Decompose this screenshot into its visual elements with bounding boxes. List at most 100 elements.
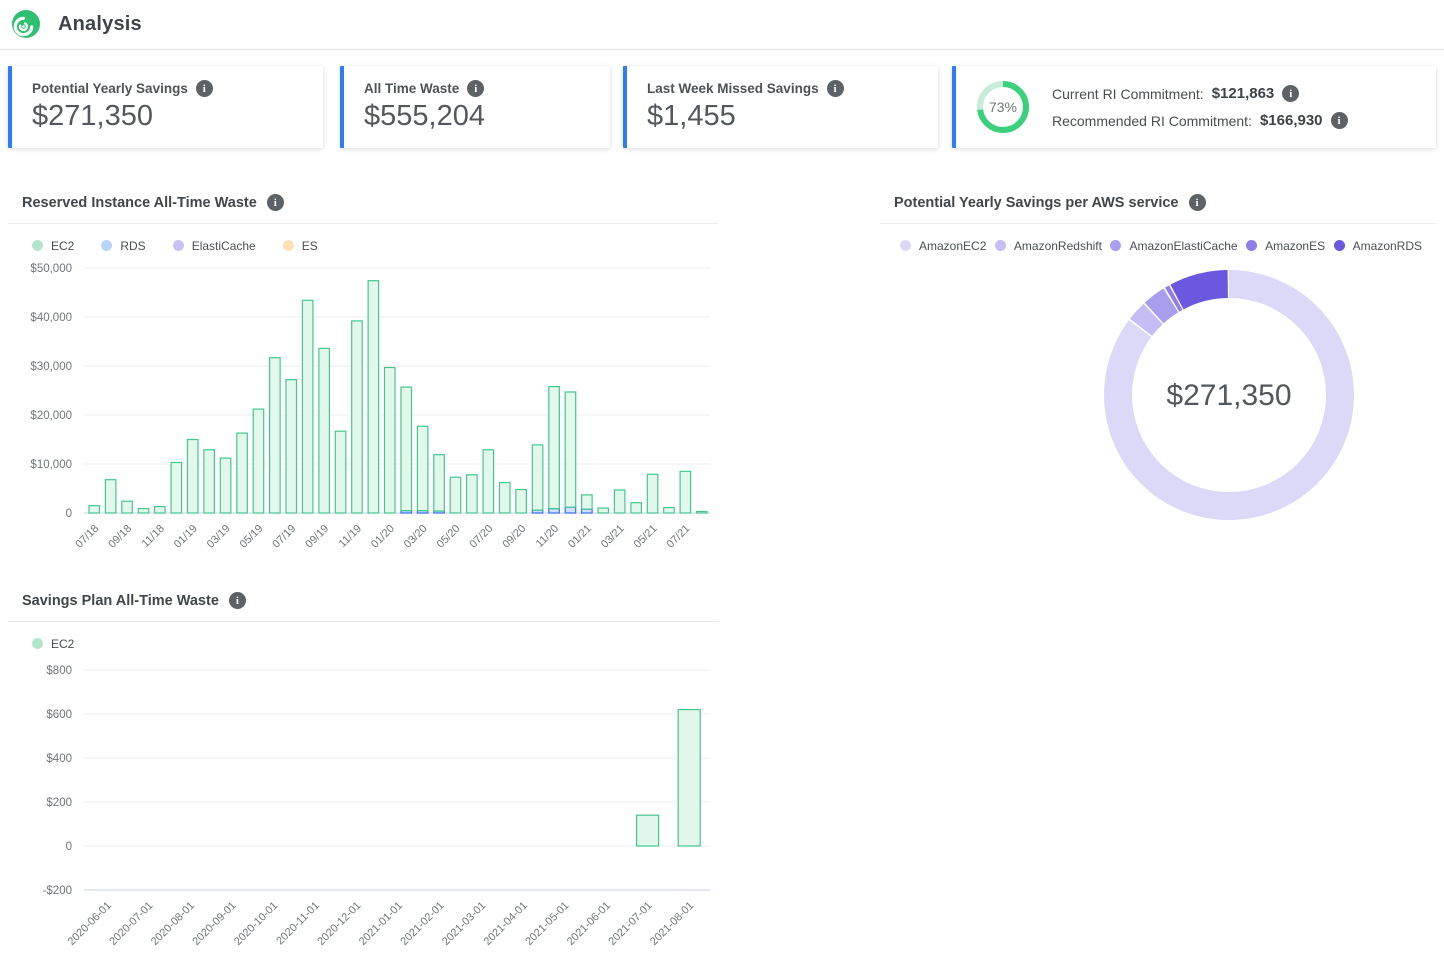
legend-dot xyxy=(101,240,112,251)
bar-ec2-03/21[interactable] xyxy=(614,490,625,513)
legend-label: ES xyxy=(302,239,318,253)
x-axis-tick-label: 05/21 xyxy=(632,523,660,551)
bar-ec2-04/20[interactable] xyxy=(434,455,445,511)
bar-ec2-12/20[interactable] xyxy=(565,392,576,507)
spot-logo-icon[interactable] xyxy=(10,9,42,41)
legend-item-amazonec2[interactable]: AmazonEC2 xyxy=(900,239,986,253)
bar-ec2-04/21[interactable] xyxy=(631,503,642,513)
x-axis-tick-label: 03/20 xyxy=(402,523,430,551)
bar-ec2-08/18[interactable] xyxy=(105,480,116,513)
row-label: Recommended RI Commitment: xyxy=(1052,113,1252,129)
bar-ec2-2021-08-01[interactable] xyxy=(678,710,700,846)
bar-ec2-02/21[interactable] xyxy=(598,508,609,513)
bar-rds-12/20[interactable] xyxy=(565,507,576,513)
x-axis-tick-label: 2020-09-01 xyxy=(190,900,238,948)
bar-ec2-01/21[interactable] xyxy=(582,495,593,509)
bar-rds-11/20[interactable] xyxy=(549,509,560,513)
x-axis-tick-label: 2020-08-01 xyxy=(149,900,197,948)
x-axis-tick-label: 01/20 xyxy=(369,523,397,551)
bar-ec2-05/21[interactable] xyxy=(647,474,658,513)
info-icon[interactable]: i xyxy=(1282,85,1299,102)
bar-ec2-08/19[interactable] xyxy=(302,300,313,513)
x-axis-tick-label: 11/18 xyxy=(140,523,167,550)
legend-item-amazonredshift[interactable]: AmazonRedshift xyxy=(995,239,1102,253)
bar-ec2-07/20[interactable] xyxy=(483,450,494,513)
y-axis-tick-label: $10,000 xyxy=(30,459,72,471)
info-icon[interactable]: i xyxy=(267,194,284,211)
bar-ec2-10/20[interactable] xyxy=(532,445,543,510)
bar-ec2-05/20[interactable] xyxy=(450,477,461,513)
bar-ec2-12/19[interactable] xyxy=(368,281,379,513)
legend-dot xyxy=(173,240,184,251)
x-axis-tick-label: 2021-02-01 xyxy=(398,900,446,948)
legend-dot xyxy=(283,240,294,251)
card-label: Last Week Missed Savings xyxy=(647,81,819,96)
bar-ec2-11/20[interactable] xyxy=(549,387,560,509)
y-axis-tick-label: $800 xyxy=(46,665,72,677)
y-axis-tick-label: $20,000 xyxy=(30,410,72,422)
x-axis-tick-label: 01/19 xyxy=(172,523,200,551)
bar-ec2-03/19[interactable] xyxy=(220,458,231,513)
x-axis-tick-label: 2021-06-01 xyxy=(565,900,613,948)
legend-item-es[interactable]: ES xyxy=(283,239,318,253)
bar-ec2-02/19[interactable] xyxy=(204,450,215,513)
bar-ec2-01/19[interactable] xyxy=(188,440,199,514)
y-axis-tick-label: 0 xyxy=(66,508,72,520)
bar-ec2-11/19[interactable] xyxy=(352,321,363,513)
bar-ec2-10/18[interactable] xyxy=(138,509,149,513)
recommended-ri-commitment-row: Recommended RI Commitment: $166,930 i xyxy=(1052,112,1348,129)
bar-ec2-11/18[interactable] xyxy=(155,507,166,513)
legend-item-ec2[interactable]: EC2 xyxy=(32,637,74,651)
bar-ec2-05/19[interactable] xyxy=(253,409,264,513)
bar-ec2-09/19[interactable] xyxy=(319,348,330,513)
bar-ec2-12/18[interactable] xyxy=(171,463,182,514)
row-label: Current RI Commitment: xyxy=(1052,86,1204,102)
legend-item-elasticache[interactable]: ElastiCache xyxy=(173,239,256,253)
bar-ec2-06/20[interactable] xyxy=(467,475,478,513)
info-icon[interactable]: i xyxy=(827,80,844,97)
bar-ec2-06/21[interactable] xyxy=(664,508,675,513)
x-axis-tick-label: 2020-10-01 xyxy=(232,900,280,948)
bar-ec2-03/20[interactable] xyxy=(417,426,428,510)
legend-item-amazonelasticache[interactable]: AmazonElastiCache xyxy=(1110,239,1237,253)
x-axis-tick-label: 2021-05-01 xyxy=(523,900,571,948)
bar-ec2-2021-07-01[interactable] xyxy=(637,815,659,846)
bar-ec2-10/19[interactable] xyxy=(335,431,346,513)
bar-ec2-09/18[interactable] xyxy=(122,501,133,513)
info-icon[interactable]: i xyxy=(1331,112,1348,129)
gauge-percent-label: 73% xyxy=(989,99,1017,115)
legend-label: AmazonES xyxy=(1265,239,1325,253)
bar-ec2-07/21[interactable] xyxy=(680,471,691,513)
legend-item-rds[interactable]: RDS xyxy=(101,239,145,253)
bar-ec2-01/20[interactable] xyxy=(385,368,396,514)
bar-ec2-04/19[interactable] xyxy=(237,433,248,513)
bar-ec2-08/20[interactable] xyxy=(500,483,511,513)
x-axis-tick-label: 11/19 xyxy=(337,523,364,550)
bar-ec2-07/19[interactable] xyxy=(286,380,297,513)
info-icon[interactable]: i xyxy=(1189,194,1206,211)
bar-ec2-08/21[interactable] xyxy=(697,512,708,514)
ri-waste-bar-chart: $50,000$40,000$30,000$20,000$10,000007/1… xyxy=(8,258,718,579)
legend-label: AmazonEC2 xyxy=(919,239,986,253)
bar-ec2-09/20[interactable] xyxy=(516,490,527,514)
legend-dot xyxy=(900,240,911,251)
info-icon[interactable]: i xyxy=(467,80,484,97)
card-label: All Time Waste xyxy=(364,81,459,96)
panel-savings-plan-all-time-waste: Savings Plan All-Time Waste i EC2 $800$6… xyxy=(8,588,718,971)
ri-utilization-gauge: 73% xyxy=(974,78,1032,136)
x-axis-tick-label: 11/20 xyxy=(534,523,561,550)
legend-item-amazonrds[interactable]: AmazonRDS xyxy=(1334,239,1422,253)
legend-item-ec2[interactable]: EC2 xyxy=(32,239,74,253)
info-icon[interactable]: i xyxy=(229,592,246,609)
legend-dot xyxy=(32,638,43,649)
x-axis-tick-label: 09/20 xyxy=(500,523,528,551)
bar-ec2-06/19[interactable] xyxy=(270,358,281,513)
legend-item-amazones[interactable]: AmazonES xyxy=(1246,239,1325,253)
bar-ec2-02/20[interactable] xyxy=(401,387,412,511)
info-icon[interactable]: i xyxy=(196,80,213,97)
chart-legend: AmazonEC2 AmazonRedshift AmazonElastiCache… xyxy=(880,224,1436,258)
bar-ec2-07/18[interactable] xyxy=(89,506,100,513)
card-label: Potential Yearly Savings xyxy=(32,81,188,96)
x-axis-tick-label: 2021-08-01 xyxy=(648,900,696,948)
legend-label: EC2 xyxy=(51,239,74,253)
